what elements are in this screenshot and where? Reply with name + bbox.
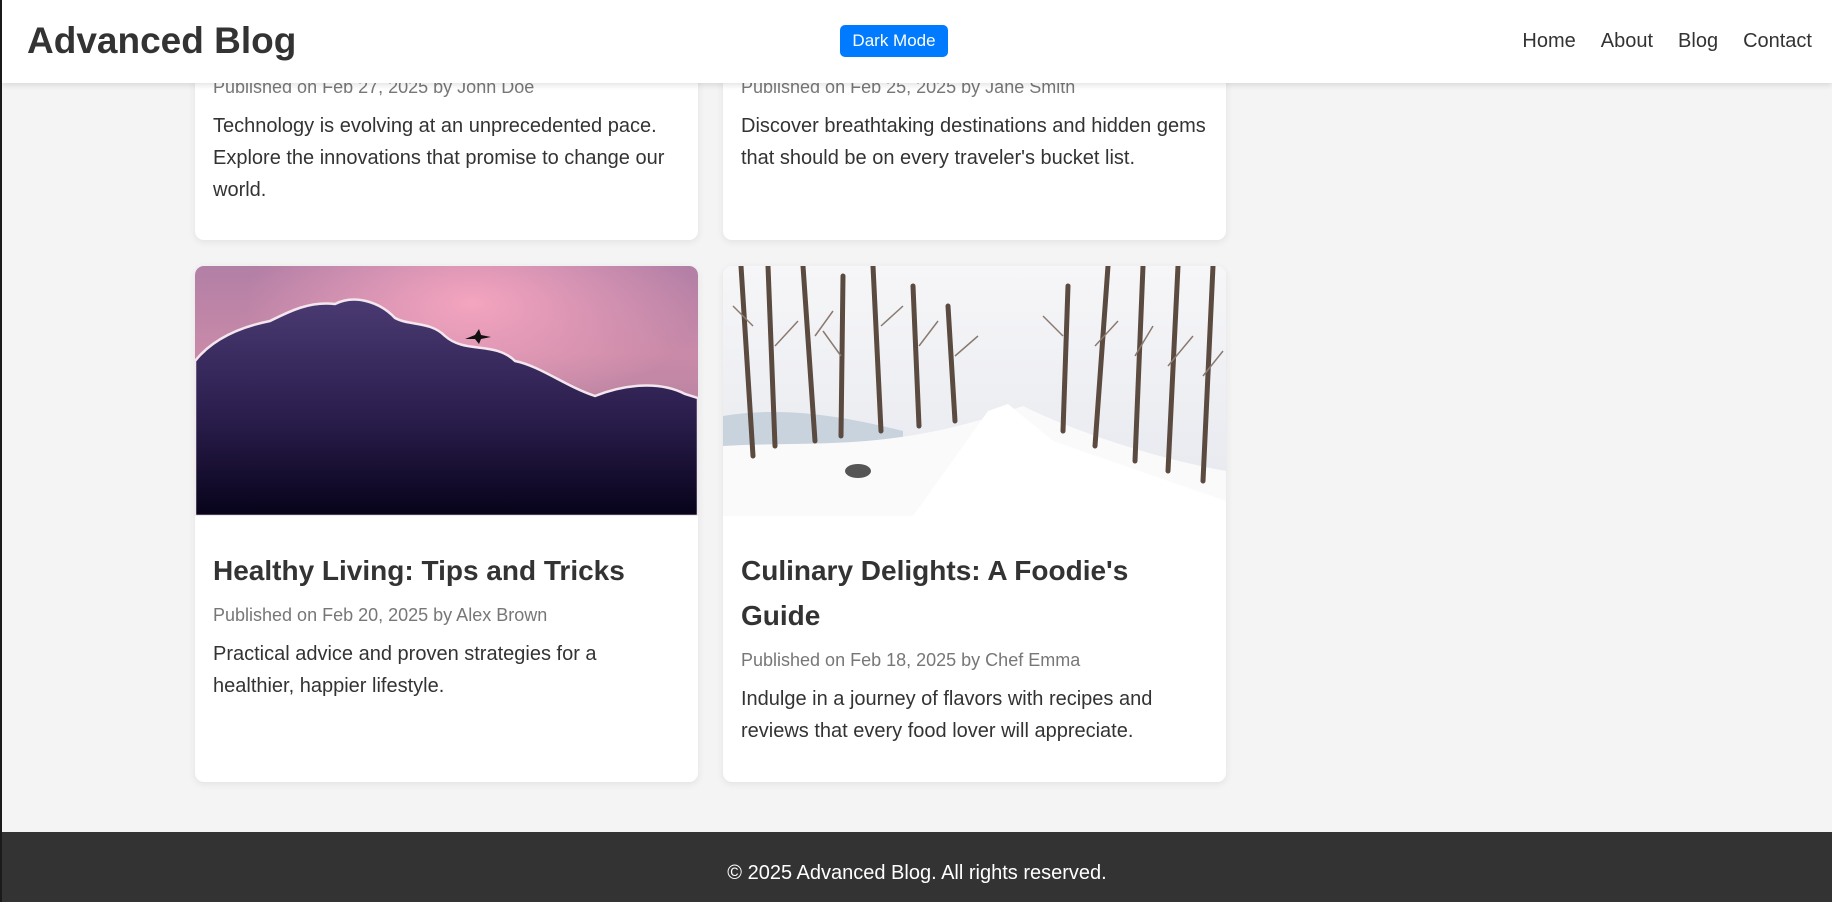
snowy-path-image bbox=[723, 266, 1226, 516]
site-footer: © 2025 Advanced Blog. All rights reserve… bbox=[2, 832, 1832, 902]
post-title[interactable]: Culinary Delights: A Foodie's Guide bbox=[741, 548, 1208, 638]
post-excerpt: Indulge in a journey of flavors with rec… bbox=[741, 688, 1153, 742]
post-excerpt: Technology is evolving at an unprecedent… bbox=[213, 115, 665, 201]
post-title[interactable]: Healthy Living: Tips and Tricks bbox=[213, 548, 680, 593]
site-header: Advanced Blog Dark Mode Home About Blog … bbox=[2, 0, 1832, 83]
dark-mode-toggle-button[interactable]: Dark Mode bbox=[840, 25, 948, 57]
nav-home-link[interactable]: Home bbox=[1522, 28, 1575, 54]
footer-copyright: © 2025 Advanced Blog. All rights reserve… bbox=[727, 862, 1107, 884]
site-title[interactable]: Advanced Blog bbox=[27, 18, 296, 64]
post-meta: Published on Feb 18, 2025 by Chef Emma bbox=[741, 650, 1081, 670]
nav-about-link[interactable]: About bbox=[1601, 28, 1653, 54]
main-nav: Home About Blog Contact bbox=[1522, 28, 1812, 54]
post-excerpt: Discover breathtaking destinations and h… bbox=[741, 115, 1206, 169]
sunset-clouds-image bbox=[195, 266, 698, 516]
post-card-healthy-living[interactable]: Healthy Living: Tips and Tricks Publishe… bbox=[195, 266, 698, 782]
nav-blog-link[interactable]: Blog bbox=[1678, 28, 1718, 54]
nav-contact-link[interactable]: Contact bbox=[1743, 28, 1812, 54]
post-meta: Published on Feb 20, 2025 by Alex Brown bbox=[213, 605, 548, 625]
post-excerpt: Practical advice and proven strategies f… bbox=[213, 643, 597, 697]
post-card-culinary-delights[interactable]: Culinary Delights: A Foodie's Guide Publ… bbox=[723, 266, 1226, 782]
window-edge bbox=[0, 0, 2, 902]
